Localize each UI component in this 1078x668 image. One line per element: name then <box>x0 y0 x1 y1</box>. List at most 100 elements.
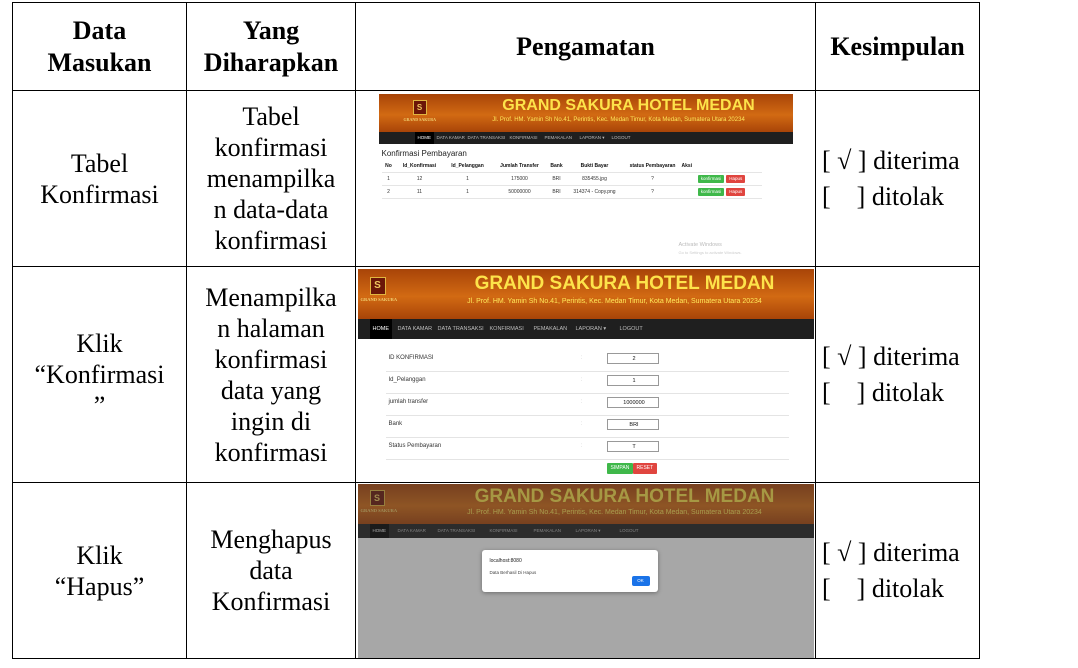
field-label: Id_Pelanggan <box>388 376 426 383</box>
expected-line: konfirmasi <box>214 437 328 467</box>
cell: BRI <box>547 172 566 186</box>
col-header: No <box>381 159 396 173</box>
logo-icon: S <box>412 99 427 115</box>
header-kesimpulan: Kesimpulan <box>815 2 980 91</box>
col-header: Id_Konfirmasi <box>395 159 444 173</box>
nav-pemakalan[interactable]: PEMAKALAN <box>545 132 573 144</box>
test-result-table: Data Masukan Yang Diharapkan Pengamatan … <box>12 2 980 659</box>
site-nav: HOME DATA KAMAR DATA TRANSAKSI KONFIRMAS… <box>378 131 793 144</box>
expected-line: data yang <box>220 375 322 405</box>
expected-line: Menampilka <box>205 282 337 312</box>
cell: 1 <box>381 172 396 186</box>
conclusion-cell: [ √ ] diterima [ ] ditolak <box>815 482 980 659</box>
nav-konfirmasi[interactable]: KONFIRMASI <box>490 319 524 339</box>
header-data-masukan: Data Masukan <box>12 2 187 91</box>
id-konfirmasi-input[interactable]: 2 <box>606 352 659 364</box>
cell: 835455.jpg <box>565 172 624 186</box>
expected-line: ingin di <box>230 406 312 436</box>
cell: 1 <box>443 185 492 199</box>
cell: 314374 - Copy.png <box>565 185 624 199</box>
header-line: Data <box>72 15 127 45</box>
table-row: 2 11 1 50000000 BRI 314374 - Copy.png ? … <box>381 185 762 199</box>
field-label: Bank <box>388 420 403 427</box>
reset-button[interactable]: RESET <box>632 462 658 474</box>
rejected-label: [ ] ditolak <box>822 573 945 603</box>
nav-logout[interactable]: LOGOUT <box>612 132 631 144</box>
expected-line: konfirmasi <box>214 133 328 162</box>
observation-cell: S GRAND SAKURA GRAND SAKURA HOTEL MEDAN … <box>355 482 816 659</box>
nav-konfirmasi[interactable]: KONFIRMASI <box>510 132 538 144</box>
site-title: GRAND SAKURA HOTEL MEDAN <box>502 96 755 114</box>
header-row: Data Masukan Yang Diharapkan Pengamatan … <box>12 2 980 91</box>
col-header: Id_Pelanggan <box>443 159 492 173</box>
col-header: Jumlah Transfer <box>491 159 548 173</box>
nav-laporan[interactable]: LAPORAN ▾ <box>580 132 605 144</box>
observation-cell: S GRAND SAKURA GRAND SAKURA HOTEL MEDAN … <box>355 266 816 483</box>
conclusion-cell: [ √ ] diterima [ ] ditolak <box>815 90 980 267</box>
expected-cell: Menampilka n halaman konfirmasi data yan… <box>186 266 356 483</box>
col-header: Bukti Bayar <box>565 159 624 173</box>
hapus-button[interactable]: Hapus <box>726 174 746 183</box>
logo-text: GRAND SAKURA <box>360 296 398 302</box>
header-line: Masukan <box>47 47 152 77</box>
cell: 11 <box>395 185 444 199</box>
form-actions: SIMPAN RESET <box>386 459 789 481</box>
colon: : <box>580 354 583 361</box>
hapus-button[interactable]: Hapus <box>726 187 746 196</box>
expected-line: menampilka <box>206 164 336 193</box>
col-header: Bank <box>547 159 566 173</box>
site-nav: HOME DATA KAMAR DATA TRANSAKSI KONFIRMAS… <box>357 318 814 339</box>
cell: 50000000 <box>491 185 548 199</box>
input-line: Konfirmasi <box>40 179 159 209</box>
nav-data-transaksi[interactable]: DATA TRANSAKSI <box>468 132 506 144</box>
alert-dialog: localhost:8080 Data Berhasil Di Hapus OK <box>481 549 658 592</box>
id-pelanggan-input[interactable]: 1 <box>606 374 659 386</box>
nav-data-kamar[interactable]: DATA KAMAR <box>398 319 433 339</box>
table-row: 1 12 1 175000 BRI 835455.jpg ? konfirmas… <box>381 172 762 186</box>
cell: BRI <box>547 185 566 199</box>
form-row: Status Pembayaran: T <box>385 437 789 460</box>
cell: 2 <box>381 185 396 199</box>
expected-line: konfirmasi <box>214 344 328 374</box>
observation-cell: S GRAND SAKURA GRAND SAKURA HOTEL MEDAN … <box>355 90 816 267</box>
cell: ? <box>623 185 682 199</box>
accepted-label: [ √ ] diterima <box>822 537 960 567</box>
konfirmasi-table: No Id_Konfirmasi Id_Pelanggan Jumlah Tra… <box>381 159 762 199</box>
site-header: S GRAND SAKURA GRAND SAKURA HOTEL MEDAN … <box>378 93 793 132</box>
konfirmasi-button[interactable]: konfirmasi <box>697 187 725 196</box>
input-cell: Klik “Konfirmasi ” <box>12 266 187 483</box>
form-row: jumlah transfer: 1000000 <box>385 393 789 416</box>
header-line: Yang <box>242 15 300 45</box>
expected-line: Konfirmasi <box>211 587 331 616</box>
action-cell: konfirmasi Hapus <box>681 172 762 186</box>
nav-data-kamar[interactable]: DATA KAMAR <box>437 132 465 144</box>
jumlah-transfer-input[interactable]: 1000000 <box>606 396 659 408</box>
nav-laporan[interactable]: LAPORAN ▾ <box>576 319 607 339</box>
nav-data-transaksi[interactable]: DATA TRANSAKSI <box>438 319 484 339</box>
nav-pemakalan[interactable]: PEMAKALAN <box>534 319 568 339</box>
colon: : <box>580 420 583 427</box>
colon: : <box>580 376 583 383</box>
simpan-button[interactable]: SIMPAN <box>606 462 634 474</box>
field-label: jumlah transfer <box>388 398 429 405</box>
cell: 12 <box>395 172 444 186</box>
table-row: Tabel Konfirmasi Tabel konfirmasi menamp… <box>12 90 980 267</box>
bank-input[interactable]: BRI <box>606 418 659 430</box>
colon: : <box>580 398 583 405</box>
form-row: ID KONFIRMASI: 2 <box>385 349 789 372</box>
expected-line: Tabel <box>242 102 300 131</box>
dialog-message: Data Berhasil Di Hapus <box>489 569 537 575</box>
nav-logout[interactable]: LOGOUT <box>620 319 643 339</box>
input-cell: Tabel Konfirmasi <box>12 90 187 267</box>
nav-home[interactable]: HOME <box>369 318 392 339</box>
dialog-title: localhost:8080 <box>489 557 522 564</box>
status-pembayaran-input[interactable]: T <box>606 440 659 452</box>
input-cell: Klik “Hapus” <box>12 482 187 659</box>
form-row: Bank: BRI <box>385 415 789 438</box>
watermark-subtitle: Go to Settings to activate Windows. <box>678 249 742 255</box>
cell: ? <box>623 172 682 186</box>
ok-button[interactable]: OK <box>631 575 650 586</box>
page-title: Konfirmasi Pembayaran <box>381 148 467 158</box>
konfirmasi-button[interactable]: konfirmasi <box>697 174 725 183</box>
nav-home[interactable]: HOME <box>414 131 434 144</box>
